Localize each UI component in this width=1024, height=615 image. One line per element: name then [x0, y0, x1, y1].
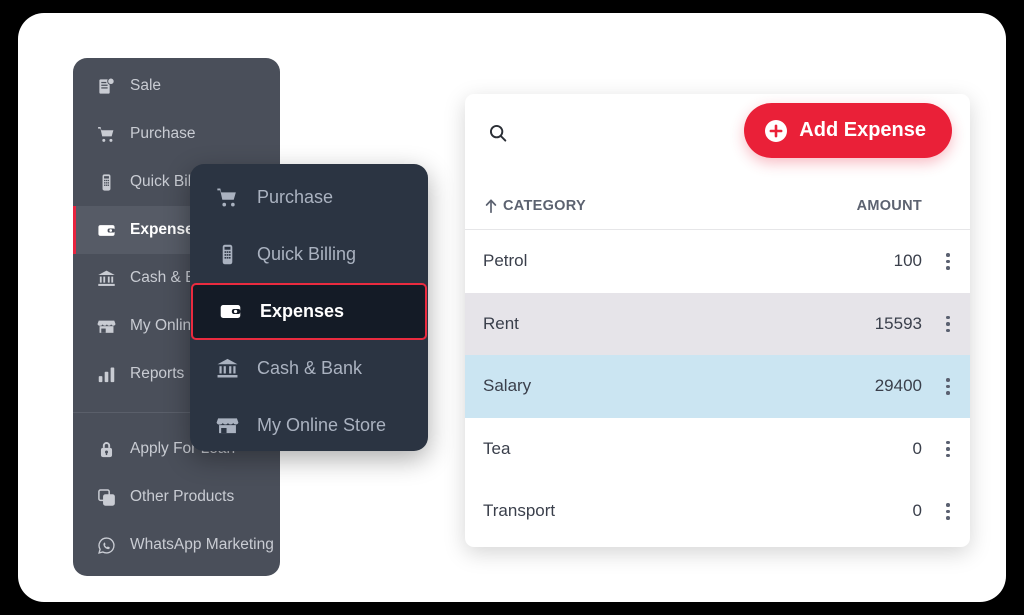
sidebar-item-label: WhatsApp Marketing — [130, 536, 274, 553]
vertical-dots-icon[interactable] — [926, 440, 970, 457]
sidebar-item-label: Other Products — [130, 488, 235, 505]
expenses-table-header: CATEGORY AMOUNT — [465, 182, 970, 230]
table-row[interactable]: Transport 0 — [465, 480, 970, 543]
cart-icon — [95, 124, 117, 144]
flyout-item-my-online-store[interactable]: My Online Store — [190, 397, 428, 451]
flyout-item-label: Quick Billing — [257, 244, 357, 264]
plus-circle-icon — [764, 119, 788, 143]
page-card: Sale Purchase Quick Billing Expenses Cas… — [18, 13, 1006, 602]
flyout-item-label: Purchase — [257, 187, 334, 207]
sidebar-item-whatsapp-marketing[interactable]: WhatsApp Marketing — [73, 521, 280, 569]
flyout-item-quick-billing[interactable]: Quick Billing — [190, 226, 428, 283]
expenses-panel: Add Expense CATEGORY AMOUNT Petrol 100 Re — [465, 94, 970, 547]
flyout-item-label: My Online Store — [257, 415, 387, 435]
sidebar-item-sale[interactable]: Sale — [73, 62, 280, 110]
row-category: Salary — [483, 376, 532, 396]
flyout-item-expenses[interactable]: Expenses — [191, 283, 427, 340]
sidebar-item-label: Reports — [130, 365, 185, 382]
sidebar-flyout-submenu: Purchase Quick Billing Expenses Cash & B… — [190, 164, 428, 451]
column-header-category-label: CATEGORY — [503, 197, 586, 214]
row-amount: 0 — [912, 501, 922, 521]
add-expense-button[interactable]: Add Expense — [744, 103, 952, 158]
row-amount: 100 — [893, 251, 922, 271]
table-row[interactable]: Salary 29400 — [465, 355, 970, 418]
row-category: Transport — [483, 501, 556, 521]
row-amount: 15593 — [874, 313, 922, 333]
vertical-dots-icon[interactable] — [926, 503, 970, 520]
expenses-table-body: Petrol 100 Rent 15593 Salary 29400 Tea 0 Transpo… — [465, 230, 970, 543]
add-expense-button-label: Add Expense — [799, 119, 926, 141]
flyout-item-label: Expenses — [260, 301, 345, 321]
bank-icon — [95, 268, 117, 288]
column-header-amount[interactable]: AMOUNT — [814, 198, 926, 214]
flyout-item-cash-bank[interactable]: Cash & Bank — [190, 340, 428, 397]
search-icon[interactable] — [483, 118, 513, 148]
row-amount: 29400 — [874, 376, 922, 396]
vertical-dots-icon[interactable] — [926, 378, 970, 395]
sidebar-item-label: Sale — [130, 77, 162, 94]
wallet-icon — [217, 300, 243, 324]
sidebar-item-purchase[interactable]: Purchase — [73, 110, 280, 158]
expenses-toolbar: Add Expense — [465, 94, 970, 182]
store-icon — [95, 316, 117, 336]
screenshot-frame: Sale Purchase Quick Billing Expenses Cas… — [0, 0, 1024, 615]
row-category: Tea — [483, 438, 511, 458]
lock-icon — [95, 439, 117, 459]
column-header-category[interactable]: CATEGORY — [483, 198, 814, 214]
store-icon — [214, 414, 240, 438]
bar-chart-icon — [95, 364, 117, 384]
table-row[interactable]: Rent 15593 — [465, 292, 970, 355]
cart-icon — [214, 186, 240, 210]
whatsapp-icon — [95, 535, 117, 555]
flyout-item-label: Cash & Bank — [257, 358, 363, 378]
vertical-dots-icon[interactable] — [926, 315, 970, 332]
sidebar-item-other-products[interactable]: Other Products — [73, 473, 280, 521]
row-amount: 0 — [912, 438, 922, 458]
pos-terminal-icon — [95, 172, 117, 192]
vertical-dots-icon[interactable] — [926, 253, 970, 270]
sort-ascending-arrow-icon — [483, 198, 498, 214]
invoice-icon — [95, 76, 117, 96]
bank-icon — [214, 357, 240, 381]
sidebar-item-label: Purchase — [130, 125, 196, 142]
table-row[interactable]: Tea 0 — [465, 418, 970, 481]
wallet-icon — [95, 220, 117, 240]
table-row[interactable]: Petrol 100 — [465, 230, 970, 293]
pos-terminal-icon — [214, 243, 240, 267]
flyout-item-purchase[interactable]: Purchase — [190, 169, 428, 226]
row-category: Petrol — [483, 251, 528, 271]
row-category: Rent — [483, 313, 519, 333]
copy-documents-icon — [95, 487, 117, 507]
